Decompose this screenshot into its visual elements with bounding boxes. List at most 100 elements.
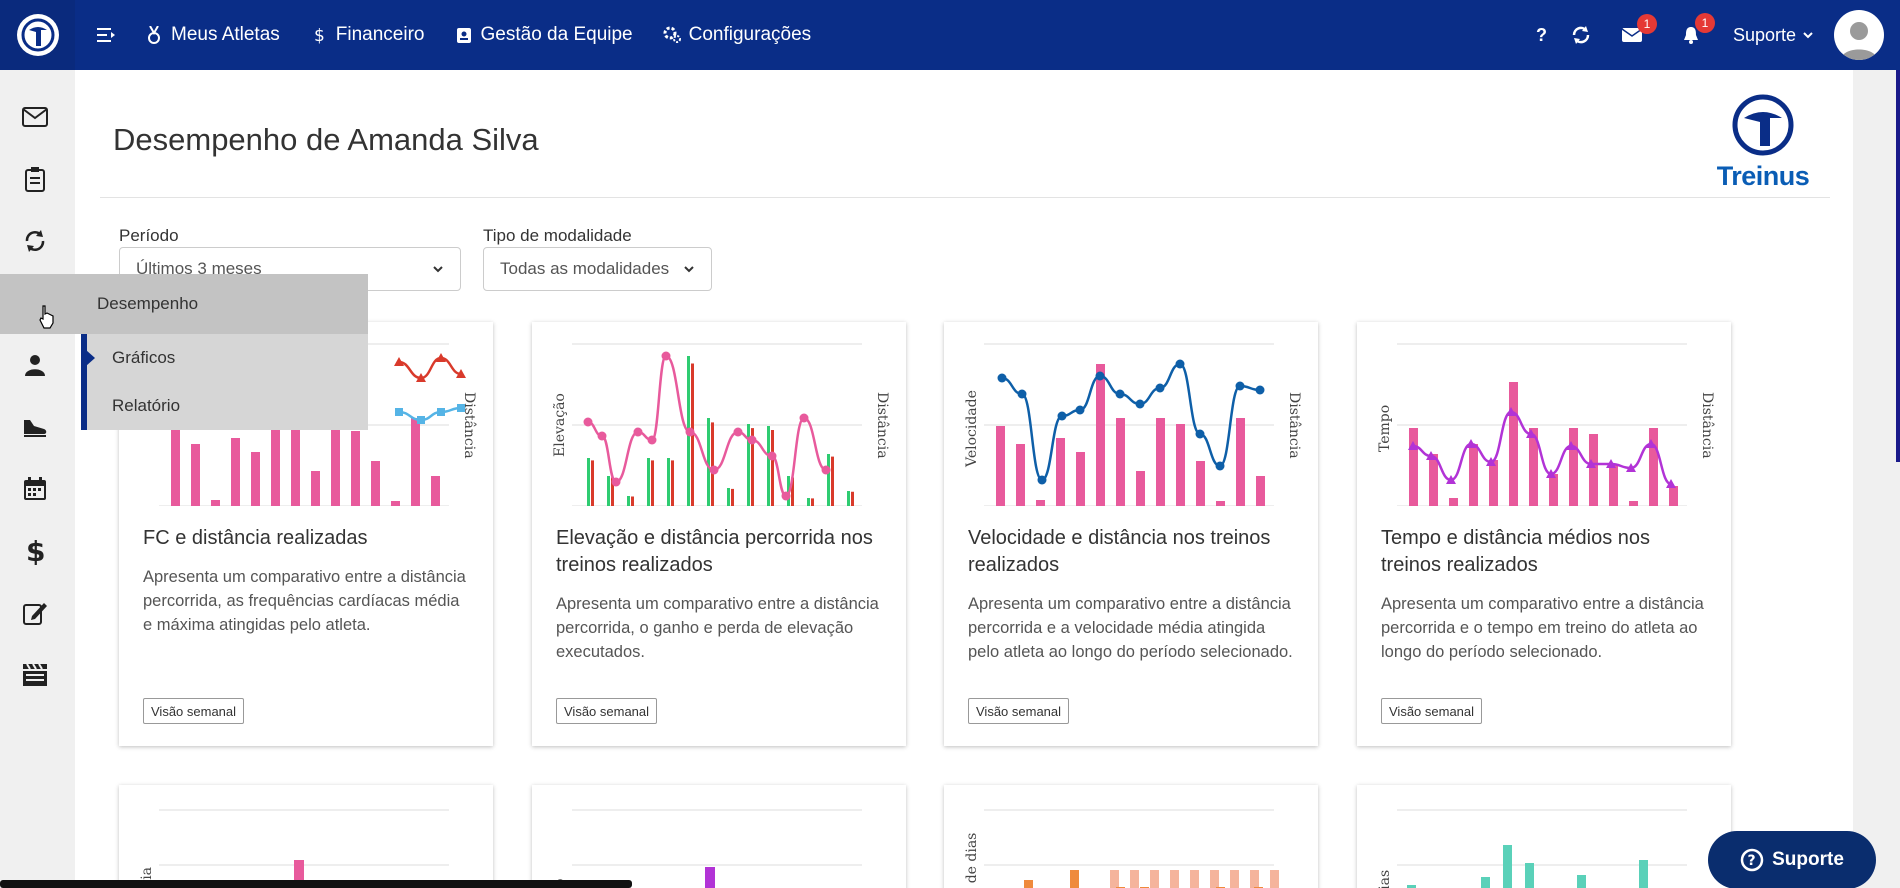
sidebar-videos[interactable] [20,660,50,690]
distance-point [821,465,831,475]
elevation-loss-bar [811,498,814,506]
vertical-scrollbar[interactable] [1896,70,1900,462]
menu-toggle-button[interactable] [97,26,115,44]
bar [1270,870,1279,888]
chart-tempo-distancia: Tempo Distância [1377,343,1715,506]
distance-bar [411,418,420,506]
elevation-gain-bar [627,496,630,506]
axis-left-label: Velocidade [964,390,980,468]
distance-bar [231,438,240,506]
card-velocidade-distancia[interactable]: Velocidade Distância Velocidade e distân… [944,322,1318,746]
calendar-icon [24,477,46,500]
card-lower-2[interactable]: npo [532,785,906,888]
elevation-gain-bar [647,458,650,506]
avg-hr-point [437,408,445,416]
distance-point [781,491,791,501]
card-description: Apresenta um comparativo entre a distânc… [1381,595,1704,661]
weekly-view-button[interactable]: Visão semanal [556,698,658,724]
axis-right-label: Distância [874,392,890,459]
sync-button[interactable] [1571,25,1591,45]
list-icon [97,28,115,42]
axis-right-label: Distância [1699,392,1715,459]
distance-bar [391,501,400,506]
modality-select[interactable]: Todas as modalidades [483,247,712,291]
elevation-gain-bar [727,488,730,506]
bar [1170,870,1179,888]
user-menu[interactable]: Suporte [1733,25,1814,46]
distance-bar [1236,418,1245,506]
sidebar-financial[interactable]: $ [20,536,50,566]
elevation-loss-bar [771,430,774,506]
nav-meus-atletas[interactable]: Meus Atletas [145,24,280,46]
speed-point [1115,389,1125,399]
dollar-icon: $ [26,537,45,565]
distance-bar [211,500,220,506]
sidebar-edit[interactable] [20,598,50,628]
main-content: Desempenho de Amanda Silva Treinus Perío… [75,70,1853,888]
bar [1250,870,1259,888]
distance-bar [1156,418,1165,506]
help-button[interactable]: ? [1536,25,1547,46]
sync-icon [25,230,45,252]
axis-left-label: de de dias [964,833,980,888]
flyout-item-graficos[interactable]: Gráficos [81,334,368,382]
chart-lower-4: orias [1377,809,1687,888]
notifications-button[interactable]: 1 [1681,13,1715,45]
flyout-item-relatorio[interactable]: Relatório [81,382,368,430]
distance-bar [1469,444,1478,506]
card-elevacao-distancia[interactable]: Elevação Distância Elevação e distância … [532,322,906,746]
nav-configuracoes[interactable]: Configurações [663,24,811,46]
weekly-view-button[interactable]: Visão semanal [143,698,245,724]
axis-left-label: Tempo [1377,405,1393,452]
distance-point [709,465,719,475]
speed-point [1235,381,1245,391]
chevron-down-icon [684,266,694,273]
axis-left-label: Elevação [552,393,568,457]
support-button[interactable]: ? Suporte [1708,831,1876,888]
distance-bar [311,471,320,506]
weekly-view-button[interactable]: Visão semanal [968,698,1070,724]
sidebar-sync[interactable] [20,226,50,256]
card-lower-4[interactable]: orias [1357,785,1731,888]
sidebar-calendar[interactable] [20,474,50,504]
distance-point [799,413,809,423]
nav-label: Meus Atletas [171,24,280,45]
distance-point [733,427,743,437]
card-description: Apresenta um comparativo entre a distânc… [968,595,1293,661]
avg-hr-point [417,416,425,424]
period-label: Período [119,226,179,245]
elevation-gain-bar [847,491,850,506]
avg-hr-point [395,408,403,416]
sidebar-messages[interactable] [20,102,50,132]
elevation-loss-bar [731,488,734,506]
bar [1130,870,1139,888]
brand-logo[interactable] [0,0,75,70]
avatar[interactable] [1834,10,1884,60]
chart-lower-1: ância [139,809,449,888]
hand-cursor-icon [39,305,54,329]
clipboard-icon [25,167,45,192]
distance-bar [1036,500,1045,506]
nav-gestao-equipe[interactable]: Gestão da Equipe [455,24,633,46]
distance-bar [1216,501,1225,506]
bar [1024,880,1033,888]
flyout-item-label: Gráficos [112,348,176,367]
card-lower-1[interactable]: ância [119,785,493,888]
card-lower-3[interactable]: de de dias [944,785,1318,888]
elevation-gain-bar [767,426,770,506]
svg-text:$: $ [26,537,45,565]
distance-bar [351,431,360,506]
nav-financeiro[interactable]: $ Financeiro [310,24,425,46]
speed-point [1075,405,1085,415]
sidebar-plans[interactable] [20,164,50,194]
bar [1110,870,1119,888]
svg-text:?: ? [1748,853,1756,869]
weekly-view-button[interactable]: Visão semanal [1381,698,1483,724]
user-silhouette-icon [1841,22,1877,60]
axis-right-label: Distância [461,392,477,459]
messages-badge: 1 [1636,14,1657,34]
bar [1190,870,1199,888]
horizontal-scrollbar[interactable] [0,880,632,888]
card-tempo-distancia[interactable]: Tempo Distância Tempo e distância médios… [1357,322,1731,746]
messages-button[interactable]: 1 [1621,14,1657,44]
